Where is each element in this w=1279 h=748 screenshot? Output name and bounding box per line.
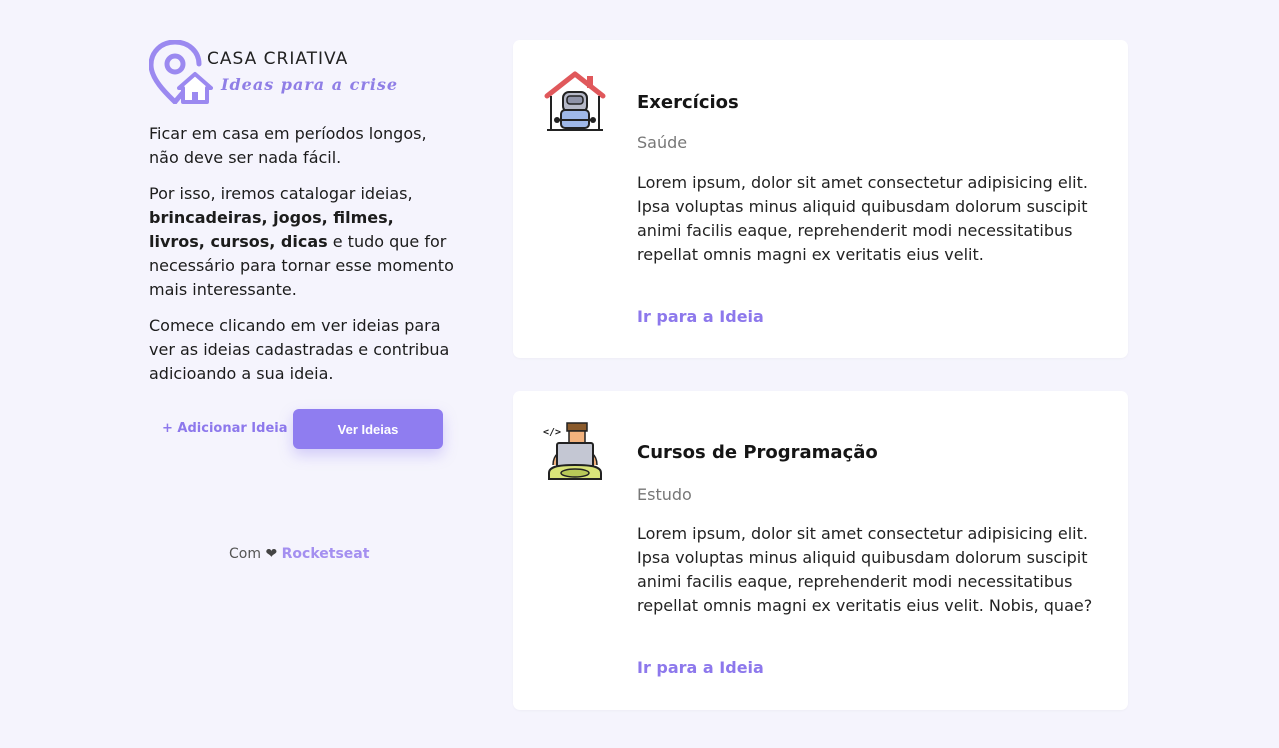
idea-title: Exercícios	[637, 92, 739, 113]
actions: + Adicionar Ideia Ver Ideias	[149, 409, 454, 451]
idea-description: Lorem ipsum, dolor sit amet consectetur …	[637, 173, 1088, 264]
idea-card: </> Cursos de Programação Estudo Lorem i…	[513, 391, 1128, 710]
intro-paragraph-3: Comece clicando em ver ideias para ver a…	[149, 316, 450, 383]
intro-paragraph-2-prefix: Por isso, iremos catalogar ideias,	[149, 184, 413, 203]
programmer-icon: </>	[543, 422, 602, 480]
intro-text: Ficar em casa em períodos longos, não de…	[149, 122, 454, 386]
logo[interactable]: CASA CRIATIVA Ideas para a crise	[149, 38, 439, 104]
idea-card: Exercícios Saúde Lorem ipsum, dolor sit …	[513, 40, 1128, 358]
svg-text:</>: </>	[543, 427, 561, 438]
intro-paragraph-1: Ficar em casa em períodos longos, não de…	[149, 124, 427, 167]
footer-credit: Com ❤ Rocketseat	[229, 546, 369, 562]
idea-category: Estudo	[637, 485, 692, 504]
footer-prefix: Com	[229, 546, 261, 562]
idea-category: Saúde	[637, 133, 688, 152]
intro-paragraph-2: Por isso, iremos catalogar ideias, brinc…	[149, 182, 454, 302]
heart-icon: ❤	[265, 546, 278, 562]
location-home-icon	[149, 40, 213, 104]
add-idea-button[interactable]: + Adicionar Ideia	[162, 421, 288, 436]
brand-tagline: Ideas para a crise	[221, 75, 399, 94]
rocketseat-link[interactable]: Rocketseat	[282, 546, 370, 562]
view-ideas-button[interactable]: Ver Ideias	[293, 409, 443, 449]
home-workout-icon	[544, 71, 606, 131]
go-to-idea-link[interactable]: Ir para a Ideia	[637, 658, 764, 677]
brand-name: CASA CRIATIVA	[207, 49, 349, 69]
idea-title: Cursos de Programação	[637, 442, 878, 463]
go-to-idea-link[interactable]: Ir para a Ideia	[637, 307, 764, 326]
sidebar: CASA CRIATIVA Ideas para a crise Ficar e…	[149, 38, 454, 562]
idea-description: Lorem ipsum, dolor sit amet consectetur …	[637, 524, 1093, 615]
